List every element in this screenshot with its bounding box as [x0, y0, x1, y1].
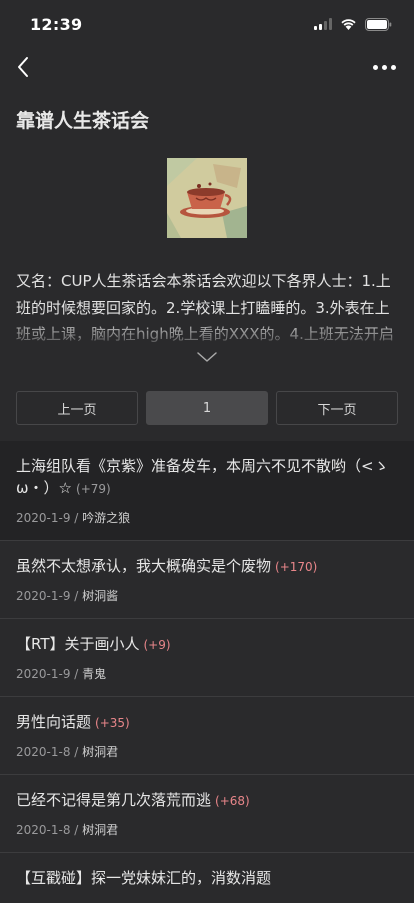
back-button[interactable] [16, 55, 40, 79]
topic-item[interactable]: 【RT】关于画小人 (+9) 2020-1-9 / 青鬼 [0, 619, 414, 697]
topic-author: 青鬼 [82, 667, 107, 681]
group-description: 又名：CUP人生茶话会本茶话会欢迎以下各界人士：1.上班的时候想要回家的。2.学… [16, 268, 398, 347]
topic-author: 树洞酱 [82, 589, 119, 603]
topic-date: 2020-1-9 [16, 589, 71, 603]
topic-author: 吟游之狼 [82, 511, 131, 525]
expand-description-button[interactable] [0, 351, 414, 375]
group-title: 靠谱人生茶话会 [16, 110, 150, 132]
reply-count: (+79) [76, 482, 111, 496]
topic-date: 2020-1-9 [16, 511, 71, 525]
more-button[interactable] [373, 55, 398, 79]
wifi-icon [341, 19, 356, 30]
topic-item[interactable]: 已经不记得是第几次落荒而逃 (+68) 2020-1-8 / 树洞君 [0, 775, 414, 853]
topic-title: 虽然不太想承认，我大概确实是个废物 [16, 557, 272, 575]
status-time: 12:39 [30, 14, 83, 34]
prev-page-button[interactable]: 上一页 [16, 391, 138, 425]
battery-icon [365, 17, 392, 31]
topic-item[interactable]: 男性向话题 (+35) 2020-1-8 / 树洞君 [0, 697, 414, 775]
topic-date: 2020-1-9 [16, 667, 71, 681]
reply-count: (+68) [215, 794, 250, 808]
pagination: 上一页 1 下一页 [16, 391, 398, 425]
group-cover-image[interactable] [167, 158, 247, 238]
next-page-button[interactable]: 下一页 [276, 391, 398, 425]
topic-author: 树洞君 [82, 823, 119, 837]
topic-title: 男性向话题 [16, 713, 92, 731]
signal-icon [314, 18, 332, 30]
reply-count: (+9) [143, 638, 171, 652]
topic-meta: 2020-1-8 / 树洞君 [16, 823, 119, 837]
current-page-indicator[interactable]: 1 [146, 391, 268, 425]
status-bar: 12:39 [0, 0, 414, 48]
topic-list: 上海组队看《京紫》准备发车，本周六不见不散哟（<ゝω・）☆ (+79) 2020-… [0, 441, 414, 903]
reply-count: (+35) [95, 716, 130, 730]
reply-count: (+170) [275, 560, 318, 574]
topic-title: 【RT】关于画小人 [16, 635, 140, 653]
nav-bar [0, 48, 414, 86]
topic-meta: 2020-1-8 / 树洞君 [16, 745, 119, 759]
topic-author: 树洞君 [82, 745, 119, 759]
topic-item[interactable]: 虽然不太想承认，我大概确实是个废物 (+170) 2020-1-9 / 树洞酱 [0, 541, 414, 619]
topic-title: 上海组队看《京紫》准备发车，本周六不见不散哟（<ゝω・）☆ [16, 457, 389, 497]
topic-meta: 2020-1-9 / 吟游之狼 [16, 511, 131, 525]
back-chevron-icon [18, 57, 28, 77]
more-dots-icon [373, 64, 378, 70]
expand-chevron-icon [197, 352, 217, 362]
status-icons [314, 17, 392, 31]
topic-item[interactable]: 上海组队看《京紫》准备发车，本周六不见不散哟（<ゝω・）☆ (+79) 2020-… [0, 441, 414, 541]
topic-meta: 2020-1-9 / 树洞酱 [16, 589, 119, 603]
topic-date: 2020-1-8 [16, 823, 71, 837]
topic-date: 2020-1-8 [16, 745, 71, 759]
topic-title: 【互戳碰】探一党妹妹汇的，消数消题 [16, 869, 272, 887]
topic-meta: 2020-1-9 / 青鬼 [16, 667, 107, 681]
topic-title: 已经不记得是第几次落荒而逃 [16, 791, 212, 809]
